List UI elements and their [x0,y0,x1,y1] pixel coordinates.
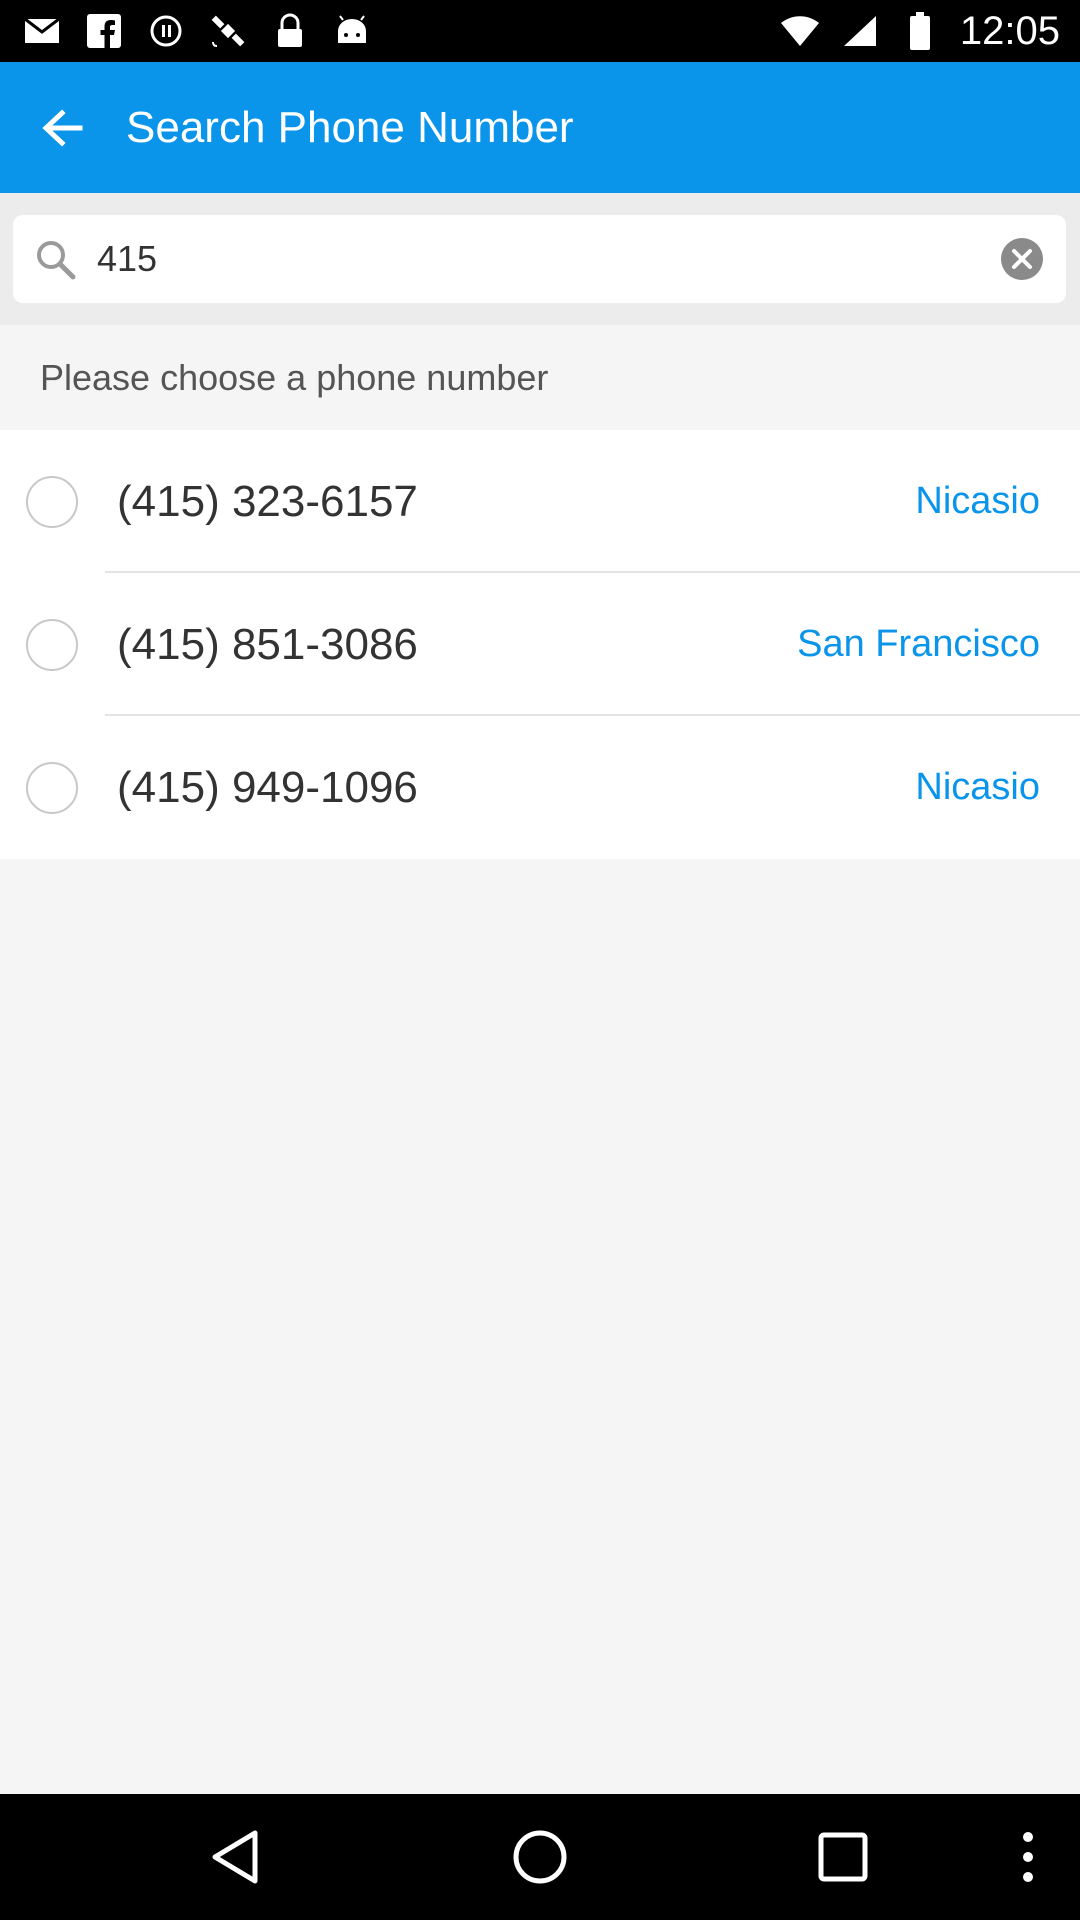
section-header-label: Please choose a phone number [40,357,549,398]
status-bar: 12:05 [0,0,1080,62]
signal-icon [840,11,880,51]
wifi-icon [780,11,820,51]
phone-number: (415) 323-6157 [117,477,418,526]
status-time: 12:05 [959,8,1060,53]
radio-button[interactable] [26,762,78,814]
city-label: Nicasio [915,766,1040,808]
android-icon [332,11,372,51]
back-triangle-icon [212,1830,258,1884]
search-icon [37,241,76,280]
section-header: Please choose a phone number [0,325,1080,430]
mail-icon [22,11,62,51]
arrow-left-icon [42,109,83,147]
page-title: Search Phone Number [126,103,574,152]
clear-circle-icon[interactable] [1000,237,1044,281]
radio-button[interactable] [26,619,78,671]
nav-back-button[interactable] [200,1822,270,1892]
phone-number-row[interactable]: (415) 949-1096 Nicasio [0,716,1080,859]
nav-home-button[interactable] [505,1822,575,1892]
phone-number-row[interactable]: (415) 323-6157 Nicasio [0,430,1080,573]
search-input[interactable] [97,229,977,289]
satellite-icon [208,11,248,51]
phone-number-row[interactable]: (415) 851-3086 San Francisco [0,573,1080,716]
navigation-bar [0,1794,1080,1920]
recents-square-icon [818,1832,868,1882]
more-vert-icon [1023,1832,1033,1882]
sync-icon [146,11,186,51]
nav-menu-button[interactable] [993,1822,1063,1892]
city-label: San Francisco [797,623,1040,665]
status-right-icons: 12:05 [780,0,1060,62]
status-left-icons [22,0,372,62]
home-circle-icon [513,1830,567,1884]
lock-icon [270,11,310,51]
nav-recents-button[interactable] [808,1822,878,1892]
facebook-icon [84,11,124,51]
city-label: Nicasio [915,480,1040,522]
radio-button[interactable] [26,476,78,528]
app-bar: Search Phone Number [0,62,1080,193]
phone-number-list: (415) 323-6157 Nicasio (415) 851-3086 Sa… [0,430,1080,859]
phone-number: (415) 949-1096 [117,763,418,812]
search-box [13,215,1066,303]
battery-icon [900,11,940,51]
phone-number: (415) 851-3086 [117,620,418,669]
search-area [0,193,1080,325]
back-button[interactable] [26,96,98,160]
